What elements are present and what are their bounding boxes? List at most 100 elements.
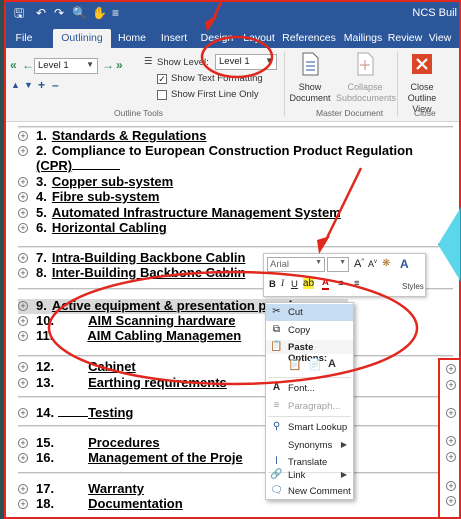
expand-outline-icon[interactable]: +	[18, 331, 28, 341]
expand-outline-icon[interactable]: +	[446, 436, 456, 446]
grow-font-icon[interactable]: A^	[354, 258, 364, 270]
tab-design[interactable]: Design	[199, 29, 235, 48]
outline-item[interactable]: +12. Cabinet	[18, 359, 136, 374]
touch-mode-icon[interactable]: ✋	[92, 6, 107, 20]
expand-outline-icon[interactable]: +	[18, 208, 28, 218]
expand-icon[interactable]: +	[38, 78, 45, 92]
outline-item[interactable]: +17. Warranty	[18, 481, 144, 496]
tab-references[interactable]: References	[280, 29, 338, 48]
menu-font[interactable]: A Font...	[266, 380, 353, 397]
expand-outline-icon[interactable]: +	[446, 364, 456, 374]
outline-level-select[interactable]: Level 1 ▼	[34, 58, 98, 74]
numbering-icon[interactable]: ≡	[354, 278, 360, 289]
tab-outlining[interactable]: Outlining	[53, 29, 111, 48]
comment-icon: 🗨	[270, 485, 283, 496]
expand-outline-icon[interactable]: +	[18, 453, 28, 463]
tab-insert[interactable]: Insert	[157, 29, 191, 48]
outline-item[interactable]: +11. AIM Cabling Managemen	[18, 328, 241, 343]
collapse-icon[interactable]: –	[52, 78, 59, 92]
underline-icon[interactable]: U	[291, 279, 298, 290]
menu-cut[interactable]: ✂ Cut	[266, 304, 353, 321]
menu-link[interactable]: 🔗 Link ▶	[266, 467, 353, 484]
menu-smart-lookup[interactable]: ⚲ Smart Lookup	[266, 419, 353, 436]
expand-outline-icon[interactable]: +	[18, 301, 28, 311]
expand-outline-icon[interactable]: +	[18, 131, 28, 141]
demote-to-body-icon[interactable]: »	[116, 58, 123, 72]
expand-outline-icon[interactable]: +	[446, 496, 456, 506]
promote-to-heading1-icon[interactable]: «	[10, 58, 17, 72]
show-document-button[interactable]: Show Document	[288, 52, 332, 104]
keep-source-formatting-icon[interactable]: 📋	[288, 358, 302, 371]
expand-outline-icon[interactable]: +	[18, 362, 28, 372]
undo-icon[interactable]: ↶	[36, 6, 46, 20]
font-color-icon[interactable]: A	[322, 278, 329, 290]
expand-outline-icon[interactable]: +	[18, 192, 28, 202]
menu-synonyms[interactable]: Synonyms ▶	[266, 437, 353, 454]
outline-item[interactable]: +6. Horizontal Cabling	[18, 220, 167, 235]
keep-text-only-icon[interactable]: A	[328, 358, 336, 370]
styles-gallery-icon[interactable]: A	[400, 257, 409, 271]
menu-paragraph[interactable]: ≡ Paragraph...	[266, 398, 353, 415]
expand-outline-icon[interactable]: +	[18, 268, 28, 278]
outline-item[interactable]: +3. Copper sub-system	[18, 174, 173, 189]
italic-icon[interactable]: I	[281, 279, 284, 289]
customize-qat-icon[interactable]: ≡	[112, 6, 119, 20]
collapse-subdocuments-button[interactable]: Collapse Subdocuments	[336, 52, 396, 104]
redo-icon[interactable]: ↷	[54, 6, 64, 20]
outline-item[interactable]: +18. Documentation	[18, 496, 183, 511]
tab-review[interactable]: Review	[387, 29, 423, 48]
outline-item[interactable]: +5. Automated Infrastructure Management S…	[18, 205, 341, 220]
print-preview-icon[interactable]: 🔍	[72, 6, 87, 20]
demote-icon[interactable]: →	[102, 58, 114, 72]
tab-mailings[interactable]: Mailings	[340, 29, 386, 48]
expand-outline-icon[interactable]: +	[18, 484, 28, 494]
show-text-formatting-checkbox[interactable]: ✓	[157, 74, 167, 84]
promote-icon[interactable]: ←	[22, 58, 34, 72]
paste-options-row: 📋 📄 A	[288, 357, 348, 375]
outline-item[interactable]: +7. Intra-Building Backbone Cablin	[18, 250, 245, 265]
expand-outline-icon[interactable]: +	[18, 177, 28, 187]
outline-item[interactable]: +15. Procedures	[18, 435, 160, 450]
bullets-icon[interactable]: ≡	[338, 278, 344, 289]
merge-formatting-icon[interactable]: 📄	[308, 358, 322, 371]
show-first-line-only-checkbox[interactable]	[157, 90, 167, 100]
outline-item[interactable]: +14. Testing	[18, 405, 133, 420]
outline-item[interactable]: +8. Inter-Building Backbone Cablin	[18, 265, 245, 280]
close-outline-view-button[interactable]: Close Outline View	[400, 52, 444, 115]
menu-copy[interactable]: ⧉ Copy	[266, 322, 353, 339]
outline-item[interactable]: +1. Standards & Regulations	[18, 128, 206, 143]
expand-outline-icon[interactable]: +	[446, 380, 456, 390]
expand-outline-icon[interactable]: +	[18, 438, 28, 448]
expand-outline-icon[interactable]: +	[18, 223, 28, 233]
outline-item[interactable]: +10. AIM Scanning hardware	[18, 313, 235, 328]
outline-item[interactable]: +4. Fibre sub-system	[18, 189, 160, 204]
format-painter-icon[interactable]: ❋	[382, 258, 390, 269]
save-icon[interactable]: 🖫	[14, 6, 24, 20]
tab-file[interactable]: File	[12, 29, 36, 48]
outline-item[interactable]: +13. Earthing requirements	[18, 375, 227, 390]
expand-outline-icon[interactable]: +	[18, 146, 28, 156]
outline-item[interactable]: +2. Compliance to European Construction P…	[18, 143, 413, 158]
shrink-font-icon[interactable]: Av	[368, 259, 377, 269]
outline-item[interactable]: +9. Active equipment & presentation panel…	[18, 298, 300, 313]
font-name-box[interactable]: Arial ▼	[267, 257, 325, 272]
menu-new-comment[interactable]: 🗨 New Comment	[266, 483, 353, 500]
show-level-select[interactable]: Level 1 ▼	[215, 54, 277, 70]
highlight-icon[interactable]: ab	[303, 278, 315, 289]
expand-outline-icon[interactable]: +	[446, 481, 456, 491]
expand-outline-icon[interactable]: +	[18, 253, 28, 263]
expand-outline-icon[interactable]: +	[446, 408, 456, 418]
expand-outline-icon[interactable]: +	[18, 408, 28, 418]
move-down-icon[interactable]: ▼	[24, 80, 33, 90]
outline-item[interactable]: +16. Management of the Proje	[18, 450, 243, 465]
expand-outline-icon[interactable]: +	[18, 316, 28, 326]
expand-outline-icon[interactable]: +	[18, 378, 28, 388]
tab-home[interactable]: Home	[116, 29, 148, 48]
font-size-box[interactable]: ▼	[327, 257, 349, 272]
move-up-icon[interactable]: ▲	[11, 80, 20, 90]
tab-layout[interactable]: Layout	[240, 29, 278, 48]
expand-outline-icon[interactable]: +	[18, 499, 28, 509]
expand-outline-icon[interactable]: +	[446, 452, 456, 462]
bold-icon[interactable]: B	[269, 279, 276, 290]
tab-view[interactable]: View	[425, 29, 455, 48]
